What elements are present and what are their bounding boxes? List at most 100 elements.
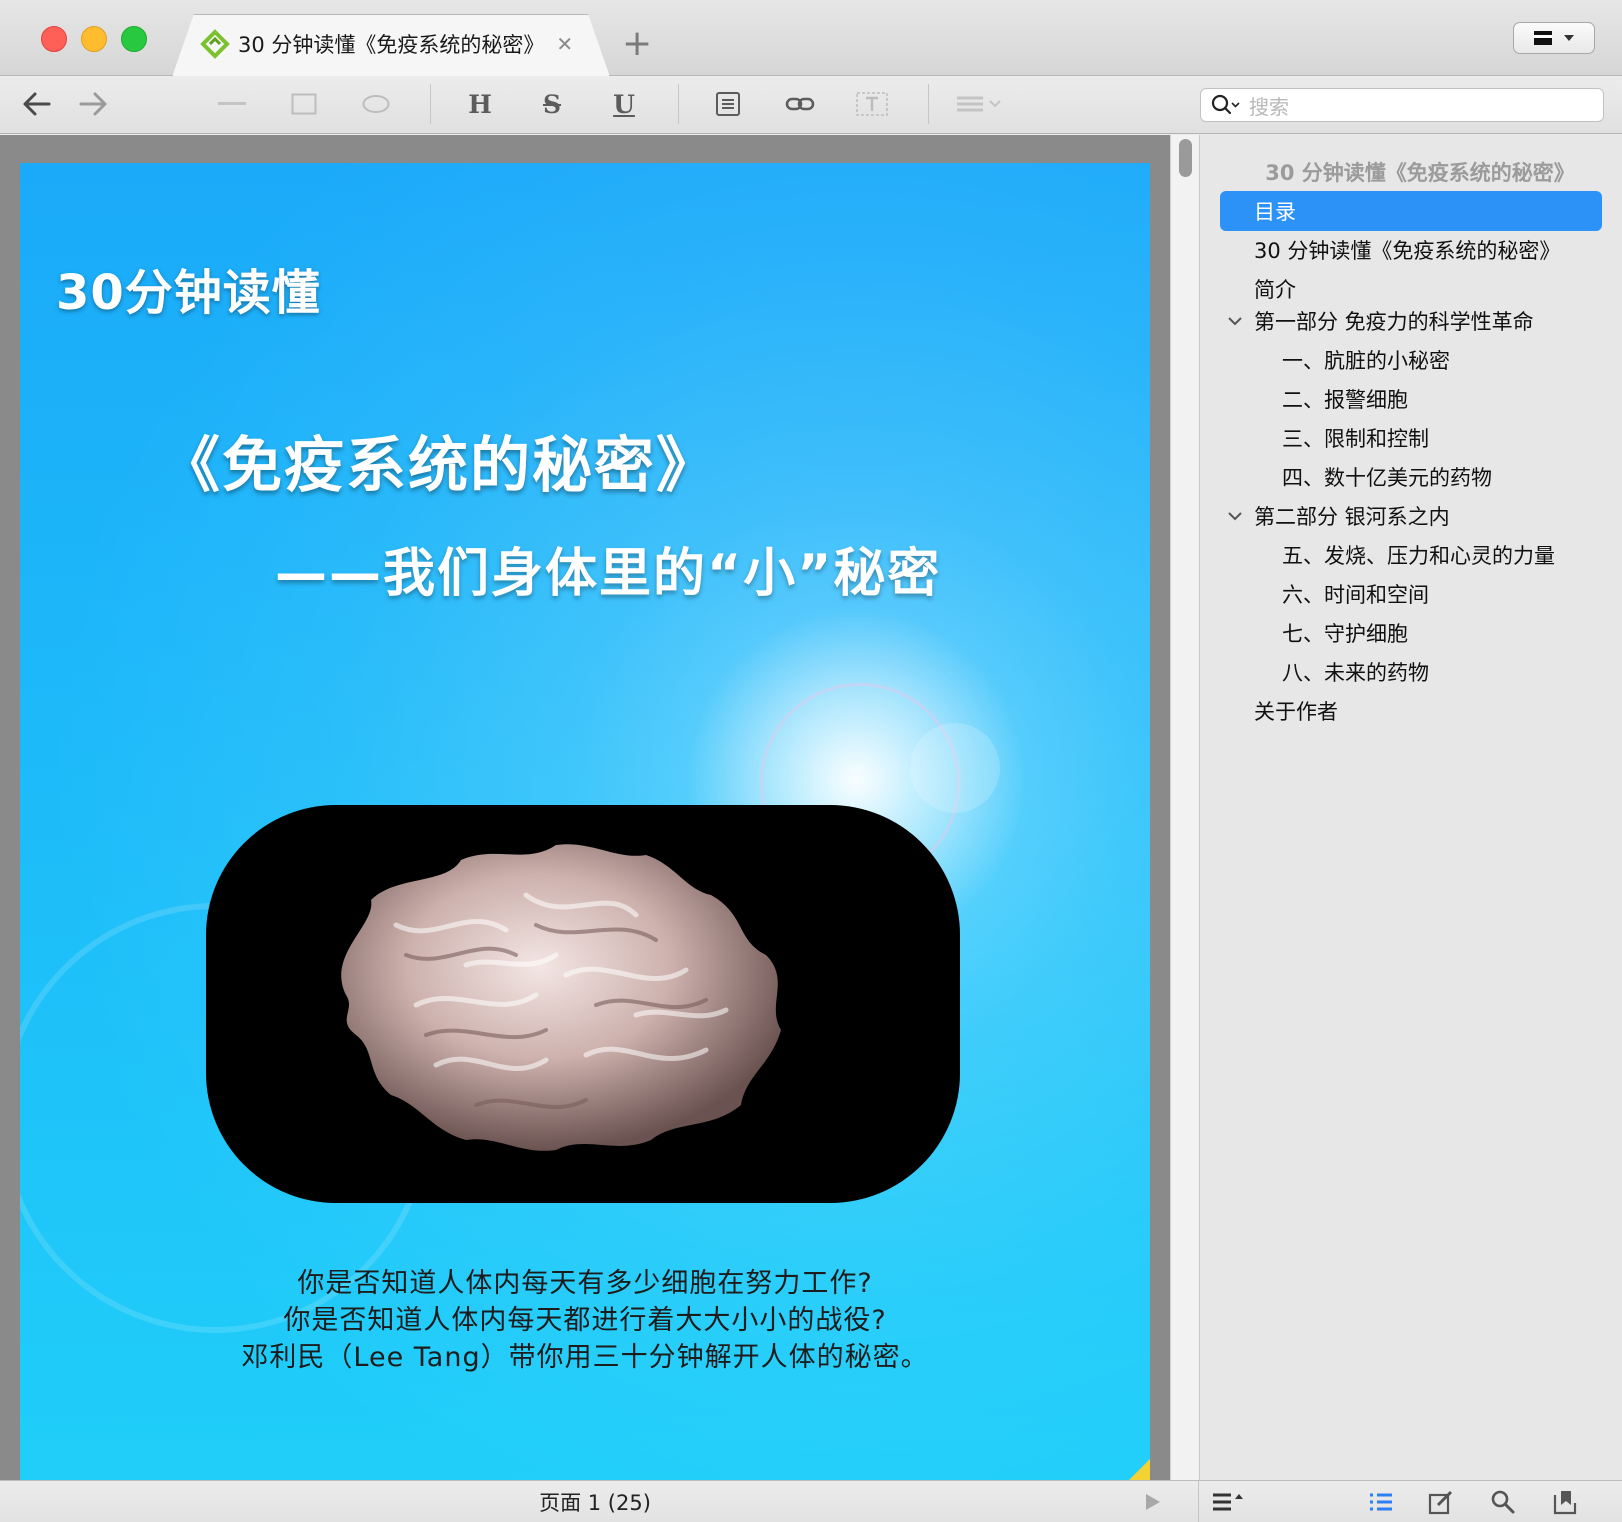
outline-item-chapter-5[interactable]: 五、发烧、压力和心灵的力量 xyxy=(1282,535,1555,575)
outline-item-label: 第二部分 银河系之内 xyxy=(1254,505,1450,529)
outline-sidebar: 30 分钟读懂《免疫系统的秘密》 目录 30 分钟读懂《免疫系统的秘密》 简介 … xyxy=(1200,135,1622,1480)
chevron-down-icon[interactable] xyxy=(1225,506,1245,526)
cover-description-line: 你是否知道人体内每天有多少细胞在努力工作? xyxy=(297,1268,873,1299)
ellipse-icon xyxy=(362,95,390,113)
cover-kicker: 30分钟读懂 xyxy=(56,265,321,321)
ellipse-tool-button[interactable] xyxy=(360,84,392,124)
toolbar: H S U 搜索 xyxy=(0,76,1622,134)
lens-flare-spot xyxy=(910,723,1000,813)
outline-item-label: 30 分钟读懂《免疫系统的秘密》 xyxy=(1254,239,1561,263)
reader-window: 30 分钟读懂《免疫系统的秘密》 ✕ + H S U 搜索 30分钟读懂 《免疫… xyxy=(0,0,1622,1522)
outline-item-label: 目录 xyxy=(1254,200,1296,224)
link-button[interactable] xyxy=(782,84,818,124)
outline-header: 30 分钟读懂《免疫系统的秘密》 xyxy=(1265,161,1575,185)
outline-item-label: 简介 xyxy=(1254,278,1296,302)
rectangle-icon xyxy=(291,93,317,115)
cover-title: 《免疫系统的秘密》 xyxy=(160,431,718,501)
outline-item-about-author[interactable]: 关于作者 xyxy=(1254,691,1338,731)
tab-close-icon[interactable]: ✕ xyxy=(556,32,573,56)
note-icon xyxy=(716,92,740,116)
title-bar: 30 分钟读懂《免疫系统的秘密》 ✕ + xyxy=(0,0,1622,77)
outline-item-label: 关于作者 xyxy=(1254,700,1338,724)
strikethrough-label: S xyxy=(542,89,562,119)
search-icon xyxy=(1491,1490,1515,1514)
outline-item-label: 六、时间和空间 xyxy=(1282,583,1429,607)
epub-icon xyxy=(200,29,230,59)
search-icon xyxy=(1211,94,1240,115)
chevron-down-icon xyxy=(1564,35,1574,41)
document-view[interactable]: 30分钟读懂 《免疫系统的秘密》 ——我们身体里的“小”秘密 你是否知道人体内每… xyxy=(0,135,1170,1480)
outline-item-part-two[interactable]: 第二部分 银河系之内 xyxy=(1254,496,1450,536)
new-tab-button[interactable]: + xyxy=(622,24,652,64)
outline-item-chapter-7[interactable]: 七、守护细胞 xyxy=(1282,613,1408,653)
toolbar-divider xyxy=(678,84,679,124)
outline-view-button[interactable] xyxy=(1366,1487,1396,1517)
next-page-button[interactable] xyxy=(1140,1487,1166,1517)
view-mode-icon xyxy=(1534,31,1552,45)
forward-button[interactable] xyxy=(76,84,112,124)
cover-subtitle: ——我们身体里的“小”秘密 xyxy=(275,544,942,604)
text-box-icon xyxy=(856,92,888,116)
cover-description-line: 邓利民（Lee Tang）带你用三十分钟解开人体的秘密。 xyxy=(241,1342,929,1373)
outline-item-toc[interactable]: 目录 xyxy=(1220,191,1602,231)
outline-item-part-one[interactable]: 第一部分 免疫力的科学性革命 xyxy=(1254,301,1534,341)
zoom-window-button[interactable] xyxy=(121,26,147,52)
outline-item-chapter-8[interactable]: 八、未来的药物 xyxy=(1282,652,1429,692)
underline-label: U xyxy=(613,89,635,119)
arrow-right-icon xyxy=(79,92,107,116)
page-indicator: 页面 1 (25) xyxy=(539,1491,651,1515)
toolbar-divider xyxy=(928,84,929,124)
outline-item-label: 四、数十亿美元的药物 xyxy=(1282,466,1492,490)
outline-item-chapter-2[interactable]: 二、报警细胞 xyxy=(1282,379,1408,419)
highlight-label: H xyxy=(468,89,492,119)
outline-item-chapter-3[interactable]: 三、限制和控制 xyxy=(1282,418,1429,458)
arrow-left-icon xyxy=(23,92,51,116)
note-button[interactable] xyxy=(710,84,746,124)
cover-cell-image xyxy=(206,805,960,1203)
outline-item-label: 八、未来的药物 xyxy=(1282,661,1429,685)
underline-button[interactable]: U xyxy=(606,84,642,124)
line-icon xyxy=(218,102,246,105)
status-bar: 页面 1 (25) xyxy=(0,1480,1622,1522)
document-scrollbar[interactable] xyxy=(1170,135,1200,1480)
annotation-style-dropdown[interactable] xyxy=(954,84,1004,124)
status-divider xyxy=(1198,1481,1199,1522)
rectangle-tool-button[interactable] xyxy=(288,84,320,124)
cover-description-line: 你是否知道人体内每天都进行着大大小小的战役? xyxy=(283,1305,887,1336)
outline-item-chapter-1[interactable]: 一、肮脏的小秘密 xyxy=(1282,340,1450,380)
scrollbar-thumb[interactable] xyxy=(1179,139,1192,177)
close-window-button[interactable] xyxy=(41,26,67,52)
tab-title: 30 分钟读懂《免疫系统的秘密》 xyxy=(238,33,545,57)
outline-item-title[interactable]: 30 分钟读懂《免疫系统的秘密》 xyxy=(1254,230,1560,270)
bookmark-icon xyxy=(1553,1491,1577,1515)
line-tool-button[interactable] xyxy=(216,84,248,124)
text-box-button[interactable] xyxy=(854,84,890,124)
search-view-button[interactable] xyxy=(1488,1487,1518,1517)
document-tab-content[interactable]: 30 分钟读懂《免疫系统的秘密》 ✕ xyxy=(200,24,573,64)
bookmarks-view-button[interactable] xyxy=(1550,1487,1580,1517)
outline-item-label: 三、限制和控制 xyxy=(1282,427,1429,451)
cover-description: 你是否知道人体内每天有多少细胞在努力工作? 你是否知道人体内每天都进行着大大小小… xyxy=(20,1265,1150,1376)
outline-item-label: 一、肮脏的小秘密 xyxy=(1282,349,1450,373)
outline-item-chapter-6[interactable]: 六、时间和空间 xyxy=(1282,574,1429,614)
edit-icon xyxy=(1428,1490,1453,1515)
outline-item-label: 二、报警细胞 xyxy=(1282,388,1408,412)
outline-item-label: 五、发烧、压力和心灵的力量 xyxy=(1282,544,1555,568)
immune-cell-illustration xyxy=(341,844,781,1151)
line-style-icon xyxy=(957,96,1001,112)
strikethrough-button[interactable]: S xyxy=(534,84,570,124)
view-mode-button[interactable] xyxy=(1513,22,1595,54)
search-field[interactable]: 搜索 xyxy=(1200,88,1604,122)
list-menu-icon xyxy=(1213,1493,1243,1511)
outline-options-button[interactable] xyxy=(1210,1487,1246,1517)
outline-item-label: 第一部分 免疫力的科学性革命 xyxy=(1254,310,1534,334)
annotations-view-button[interactable] xyxy=(1426,1487,1456,1517)
outline-item-chapter-4[interactable]: 四、数十亿美元的药物 xyxy=(1282,457,1492,497)
list-icon xyxy=(1370,1493,1392,1511)
outline-item-label: 七、守护细胞 xyxy=(1282,622,1408,646)
back-button[interactable] xyxy=(18,84,54,124)
minimize-window-button[interactable] xyxy=(81,26,107,52)
play-icon xyxy=(1146,1494,1160,1510)
highlight-button[interactable]: H xyxy=(462,84,498,124)
chevron-down-icon[interactable] xyxy=(1225,311,1245,331)
